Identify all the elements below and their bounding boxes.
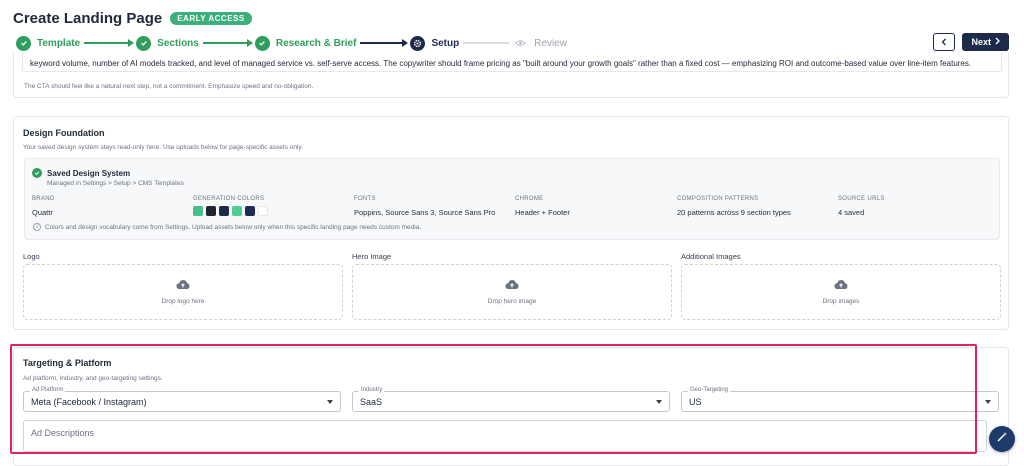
step-connector xyxy=(360,39,409,47)
back-button[interactable] xyxy=(933,33,956,51)
chevron-down-icon xyxy=(656,400,662,404)
saved-design-subtitle: Managed in Settings > Setup > CMS Templa… xyxy=(47,180,184,187)
saved-design-header: Saved Design System xyxy=(32,168,130,178)
images-drop-text: Drop images xyxy=(822,298,860,305)
sources-value: 4 saved xyxy=(838,208,865,217)
check-circle-icon xyxy=(32,168,42,178)
targeting-subtitle: Ad platform, industry, and geo-targeting… xyxy=(23,375,163,382)
saved-design-system: Saved Design System Managed in Settings … xyxy=(24,158,1000,240)
brand-column: BRAND Quattr xyxy=(32,196,55,217)
chevron-down-icon xyxy=(985,400,991,404)
step-connector xyxy=(463,42,510,44)
color-swatches xyxy=(193,206,268,216)
hero-image-label: Hero Image xyxy=(352,252,392,261)
cta-note: The CTA should feel like a natural next … xyxy=(24,83,314,90)
saved-design-title: Saved Design System xyxy=(47,168,131,178)
early-access-badge: EARLY ACCESS xyxy=(170,12,252,25)
design-foundation-subtitle: Your saved design system stays read-only… xyxy=(23,144,304,151)
hero-image-dropzone[interactable]: Drop hero image xyxy=(352,264,672,320)
hero-drop-text: Drop hero image xyxy=(487,298,537,305)
check-icon xyxy=(254,35,270,51)
title-row: Create Landing Page EARLY ACCESS xyxy=(13,10,252,27)
next-label: Next xyxy=(971,37,991,47)
wizard-stepper: Template Sections Research & Brief Setup… xyxy=(16,35,567,51)
gear-icon xyxy=(410,35,426,51)
brand-value: Quattr xyxy=(32,208,53,217)
logo-drop-text: Drop logo here xyxy=(161,298,205,305)
step-connector xyxy=(84,39,135,47)
wizard-nav: Next xyxy=(933,33,1009,51)
fonts-label: FONTS xyxy=(354,196,376,202)
patterns-label: COMPOSITION PATTERNS xyxy=(677,196,759,202)
step-label: Review xyxy=(534,37,568,49)
step-label: Research & Brief xyxy=(275,37,357,49)
geo-targeting-select[interactable]: Geo-Targeting US xyxy=(681,387,999,412)
page-title: Create Landing Page xyxy=(13,10,163,27)
logo-dropzone[interactable]: Drop logo here xyxy=(23,264,343,320)
step-review[interactable]: Review xyxy=(513,35,568,51)
check-icon xyxy=(136,35,152,51)
ad-descriptions-placeholder: Ad Descriptions xyxy=(31,428,95,438)
patterns-value: 20 patterns across 9 section types xyxy=(677,208,791,217)
eye-icon xyxy=(513,35,529,51)
chevron-down-icon xyxy=(327,400,333,404)
industry-value: SaaS xyxy=(360,397,383,407)
check-icon xyxy=(16,35,31,51)
logo-label: Logo xyxy=(23,252,40,261)
additional-images-dropzone[interactable]: Drop images xyxy=(681,264,1001,320)
cloud-upload-icon xyxy=(834,277,848,295)
ai-assist-button[interactable] xyxy=(989,426,1015,452)
step-label: Template xyxy=(37,37,81,49)
fonts-column: FONTS Poppins, Source Sans 3, Source San… xyxy=(354,196,495,217)
chevron-left-icon xyxy=(941,33,947,51)
targeting-title: Targeting & Platform xyxy=(23,358,112,368)
additional-images-label: Additional Images xyxy=(681,252,741,261)
ad-platform-label: Ad Platform xyxy=(30,387,66,393)
chrome-column: CHROME Header + Footer xyxy=(515,196,570,217)
step-sections[interactable]: Sections xyxy=(136,35,199,51)
step-label: Sections xyxy=(157,37,199,49)
step-template[interactable]: Template xyxy=(16,35,81,51)
sources-label: SOURCE URLS xyxy=(838,196,885,202)
sources-column: SOURCE URLS 4 saved xyxy=(838,196,885,217)
magic-wand-icon xyxy=(996,430,1008,448)
chrome-value: Header + Footer xyxy=(515,208,570,217)
step-research-brief[interactable]: Research & Brief xyxy=(254,35,357,51)
design-foundation-card: Design Foundation Your saved design syst… xyxy=(13,116,1009,330)
brand-label: BRAND xyxy=(32,196,55,202)
step-connector xyxy=(202,39,253,47)
colors-column: GENERATION COLORS xyxy=(193,196,268,216)
design-note: i Colors and design vocabulary come from… xyxy=(33,223,421,231)
step-label: Setup xyxy=(431,37,460,49)
color-swatch xyxy=(245,206,255,216)
colors-label: GENERATION COLORS xyxy=(193,196,265,202)
geo-targeting-label: Geo-Targeting xyxy=(688,387,731,393)
color-swatch xyxy=(193,206,203,216)
design-note-text: Colors and design vocabulary come from S… xyxy=(45,223,422,231)
industry-label: Industry xyxy=(359,387,385,393)
design-foundation-title: Design Foundation xyxy=(23,128,105,138)
brief-card: keyword volume, number of AI models trac… xyxy=(13,52,1009,98)
ad-platform-value: Meta (Facebook / Instagram) xyxy=(31,397,147,407)
fonts-value: Poppins, Source Sans 3, Source Sans Pro xyxy=(354,208,496,217)
geo-targeting-value: US xyxy=(689,397,702,407)
chevron-right-icon xyxy=(995,37,1000,47)
color-swatch xyxy=(206,206,216,216)
industry-select[interactable]: Industry SaaS xyxy=(352,387,670,412)
chrome-label: CHROME xyxy=(515,196,544,202)
info-icon: i xyxy=(33,223,41,231)
step-setup[interactable]: Setup xyxy=(410,35,460,51)
next-button[interactable]: Next xyxy=(962,33,1009,51)
color-swatch xyxy=(258,206,268,216)
color-swatch xyxy=(232,206,242,216)
cloud-upload-icon xyxy=(505,277,519,295)
cloud-upload-icon xyxy=(176,277,190,295)
ad-descriptions-field[interactable]: Ad Descriptions xyxy=(23,420,987,452)
color-swatch xyxy=(219,206,229,216)
brief-text: keyword volume, number of AI models trac… xyxy=(30,59,972,68)
patterns-column: COMPOSITION PATTERNS 20 patterns across … xyxy=(677,196,791,217)
ad-platform-select[interactable]: Ad Platform Meta (Facebook / Instagram) xyxy=(23,387,341,412)
